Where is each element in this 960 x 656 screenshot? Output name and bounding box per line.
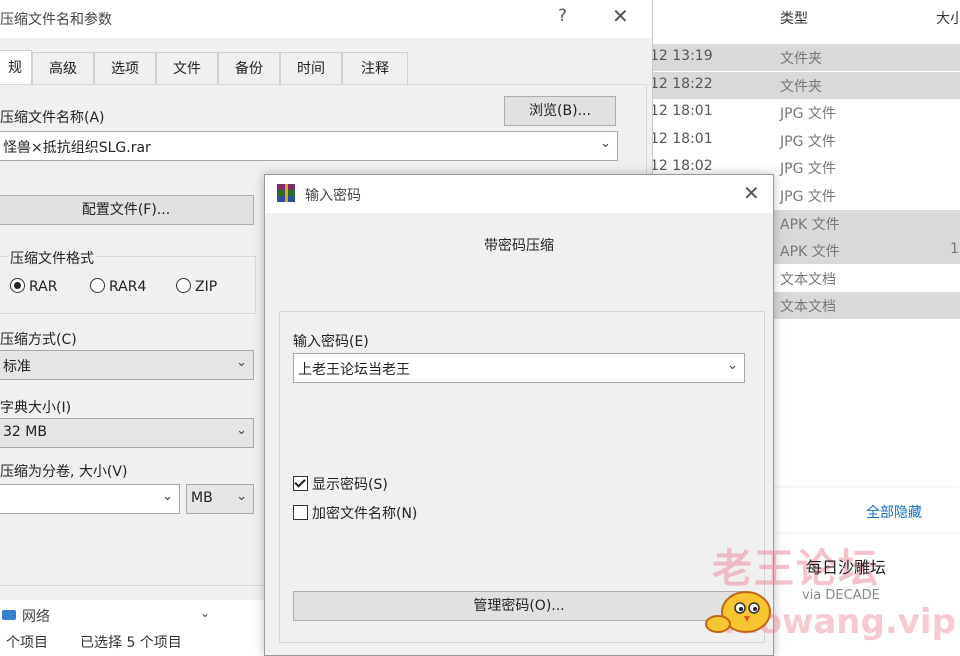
format-rar4-radio[interactable]: RAR4: [90, 278, 146, 295]
file-size-cell: 1: [950, 241, 959, 257]
archive-name-input[interactable]: 怪兽×抵抗组织SLG.rar ⌄: [0, 131, 618, 161]
file-row[interactable]: 12 18:22 文件夹: [648, 72, 960, 99]
hide-all-link[interactable]: 全部隐藏: [866, 502, 922, 522]
archive-name-label: 压缩文件名称(A): [0, 110, 105, 126]
compression-method-select[interactable]: 标准 ⌄: [0, 350, 254, 380]
chevron-down-icon: ⌄: [236, 489, 247, 504]
tab-general[interactable]: 规: [0, 50, 32, 84]
encrypt-file-names-checkbox[interactable]: 加密文件名称(N): [293, 503, 417, 523]
archive-name-value: 怪兽×抵抗组织SLG.rar: [3, 140, 151, 156]
file-date-cell: 12 13:19: [650, 48, 713, 64]
status-item-count: 个项目: [6, 635, 48, 651]
file-row[interactable]: 12 13:19 文件夹: [648, 44, 960, 71]
file-type-cell: 文本文档: [780, 299, 836, 315]
dialog-title: 压缩文件名和参数: [0, 12, 112, 28]
nav-item-network[interactable]: 网络 ⌄: [0, 604, 218, 628]
format-rar-radio[interactable]: RAR: [10, 278, 57, 295]
file-type-cell: JPG 文件: [780, 161, 836, 177]
tab-files[interactable]: 文件: [156, 52, 218, 84]
chevron-down-icon[interactable]: ⌄: [162, 489, 173, 504]
volume-unit-value: MB: [191, 490, 213, 506]
dictionary-size-label: 字典大小(I): [0, 400, 72, 416]
checkbox-indicator: [293, 505, 308, 520]
tab-strip: 规 高级 选项 文件 备份 时间 注释: [0, 50, 652, 84]
nav-item-label: 网络: [22, 609, 50, 625]
tab-time[interactable]: 时间: [280, 52, 342, 84]
checkbox-indicator: [293, 476, 308, 491]
status-selected-count: 已选择 5 个项目: [80, 635, 182, 651]
format-zip-radio[interactable]: ZIP: [176, 278, 217, 295]
chevron-down-icon: ⌄: [236, 423, 247, 438]
compression-method-label: 压缩方式(C): [0, 332, 77, 348]
chevron-down-icon[interactable]: ⌄: [600, 136, 611, 151]
file-date-cell: 12 18:22: [650, 76, 713, 92]
dialog-titlebar[interactable]: 输入密码 ✕: [265, 175, 773, 213]
watermark-via-text: via DECADE: [802, 588, 880, 603]
tab-comment[interactable]: 注释: [342, 52, 408, 84]
radio-label: ZIP: [195, 279, 218, 295]
dialog-heading: 带密码压缩: [484, 238, 554, 254]
organize-passwords-button[interactable]: 管理密码(O)...: [293, 591, 745, 621]
browse-button[interactable]: 浏览(B)...: [504, 96, 616, 126]
file-type-cell: 文本文档: [780, 272, 836, 288]
file-date-cell: 12 18:01: [650, 103, 713, 119]
watermark-daily-text: 每日沙雕坛: [806, 558, 887, 577]
help-icon[interactable]: ?: [558, 6, 567, 26]
file-date-cell: 12 18:01: [650, 131, 713, 147]
split-volume-input[interactable]: ⌄: [0, 484, 180, 514]
radio-indicator: [176, 278, 191, 293]
tab-options[interactable]: 选项: [94, 52, 156, 84]
file-type-cell: APK 文件: [780, 217, 840, 233]
close-icon[interactable]: ✕: [743, 181, 760, 205]
file-type-cell: JPG 文件: [780, 189, 836, 205]
dictionary-size-value: 32 MB: [3, 424, 47, 440]
radio-label: RAR4: [109, 279, 147, 295]
chevron-down-icon[interactable]: ⌄: [727, 358, 738, 373]
tab-backup[interactable]: 备份: [218, 52, 280, 84]
show-password-checkbox[interactable]: 显示密码(S): [293, 474, 388, 494]
password-value: 上老王论坛当老王: [298, 362, 410, 378]
checkbox-label: 显示密码(S): [312, 477, 388, 493]
chevron-down-icon[interactable]: ⌄: [200, 606, 210, 620]
file-date-cell: 12 18:02: [650, 158, 713, 174]
network-icon: [2, 610, 16, 620]
checkbox-label: 加密文件名称(N): [312, 506, 418, 522]
enter-password-label: 输入密码(E): [293, 334, 369, 350]
file-type-cell: 文件夹: [780, 51, 822, 67]
file-type-cell: JPG 文件: [780, 106, 836, 122]
winrar-books-icon: [277, 184, 295, 202]
file-type-cell: APK 文件: [780, 244, 840, 260]
password-input[interactable]: 上老王论坛当老王 ⌄: [293, 353, 745, 383]
file-row[interactable]: 12 18:01 JPG 文件: [648, 127, 960, 154]
file-type-cell: JPG 文件: [780, 134, 836, 150]
file-row[interactable]: 12 18:01 JPG 文件: [648, 99, 960, 126]
radio-indicator: [10, 278, 25, 293]
column-header-size[interactable]: 大小: [936, 8, 960, 28]
profiles-button[interactable]: 配置文件(F)...: [0, 195, 254, 225]
split-volume-label: 压缩为分卷, 大小(V): [0, 464, 128, 480]
archive-format-label: 压缩文件格式: [8, 248, 96, 268]
chevron-down-icon: ⌄: [236, 355, 247, 370]
chick-mascot-icon: [705, 591, 771, 633]
tab-advanced[interactable]: 高级: [32, 52, 94, 84]
radio-label: RAR: [29, 279, 58, 295]
status-bar: 个项目 已选择 5 个项目: [0, 630, 260, 654]
dialog-title: 输入密码: [305, 188, 361, 204]
file-type-cell: 文件夹: [780, 79, 822, 95]
dialog-titlebar[interactable]: 压缩文件名和参数 ? ✕: [0, 0, 652, 38]
radio-indicator: [90, 278, 105, 293]
close-icon[interactable]: ✕: [612, 4, 629, 28]
column-header-type[interactable]: 类型: [780, 8, 808, 28]
site-watermark: 老王论坛 每日沙雕坛 via DECADE laowang.vip: [694, 536, 960, 654]
volume-unit-select[interactable]: MB ⌄: [186, 484, 254, 514]
compression-method-value: 标准: [3, 359, 31, 375]
dictionary-size-select[interactable]: 32 MB ⌄: [0, 418, 254, 448]
